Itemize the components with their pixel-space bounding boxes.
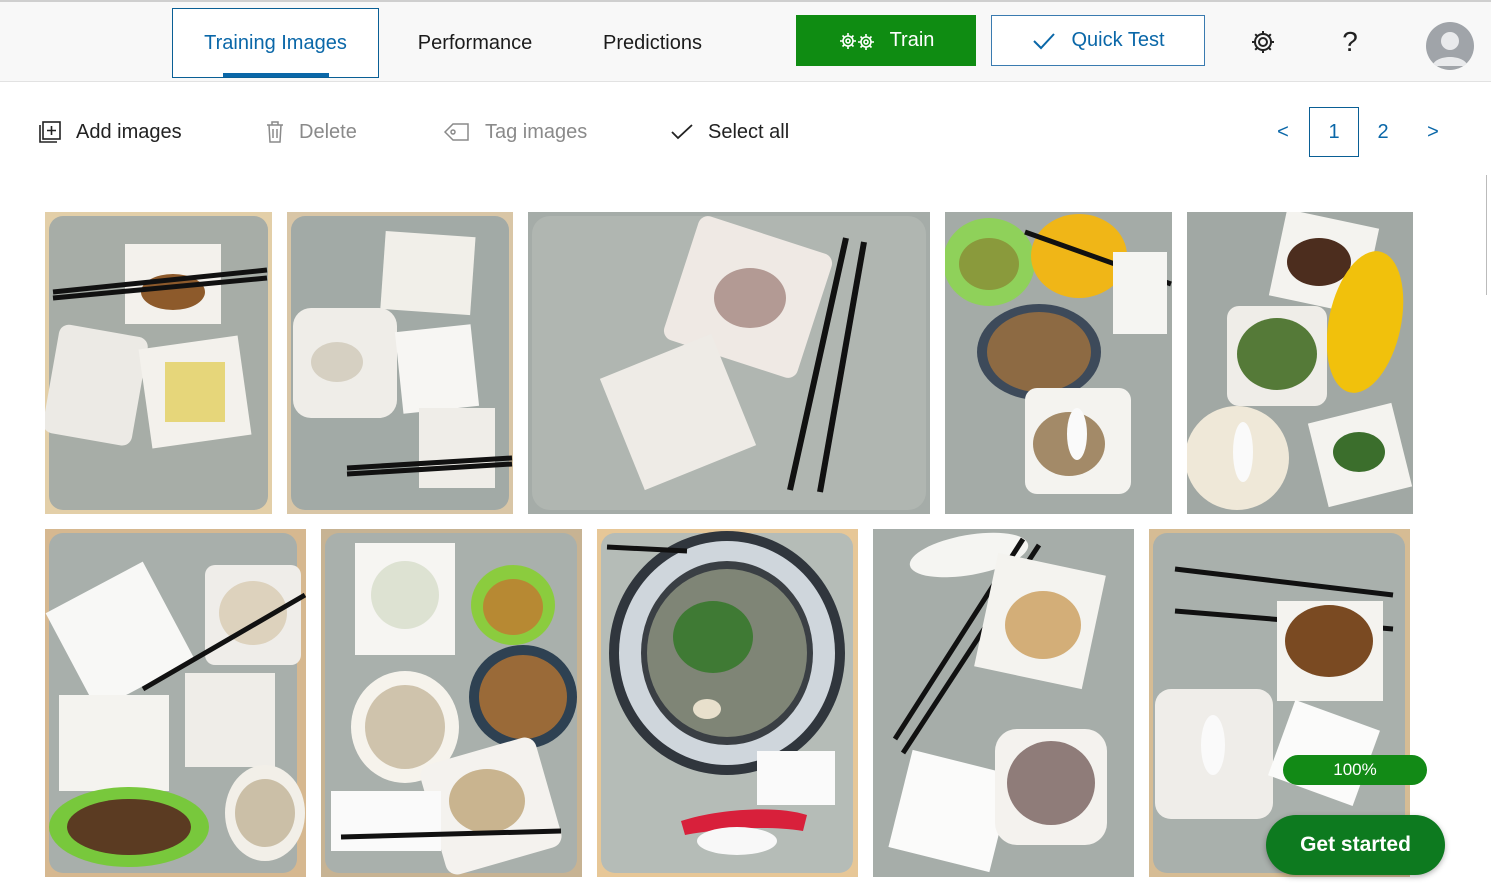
training-image-thumbnail[interactable] [597, 529, 858, 877]
settings-button[interactable] [1245, 22, 1281, 62]
food-tray-image [287, 212, 513, 514]
top-navigation-bar: Training Images Performance Predictions … [0, 0, 1491, 82]
scrollbar[interactable] [1486, 175, 1491, 295]
page-number: 1 [1328, 120, 1340, 143]
food-tray-image [321, 529, 582, 877]
training-image-thumbnail[interactable] [1187, 212, 1413, 514]
add-image-icon [39, 121, 61, 143]
tab-predictions[interactable]: Predictions [585, 8, 720, 78]
get-started-button[interactable]: Get started [1266, 815, 1445, 875]
tab-predictions-label: Predictions [603, 31, 702, 54]
pagination-next[interactable]: > [1418, 107, 1448, 157]
select-all-label: Select all [708, 120, 790, 143]
train-button[interactable]: Train [796, 15, 976, 66]
select-all-button[interactable]: Select all [670, 112, 789, 152]
training-image-thumbnail[interactable] [873, 529, 1134, 877]
gear-icon [1252, 31, 1274, 53]
quick-test-button-label: Quick Test [1071, 29, 1165, 51]
upload-progress-indicator: 100% [1283, 755, 1427, 785]
avatar[interactable] [1426, 22, 1474, 70]
food-tray-image [597, 529, 858, 877]
training-image-thumbnail[interactable] [45, 212, 272, 514]
get-started-label: Get started [1300, 833, 1411, 856]
gears-icon [839, 32, 874, 50]
help-button[interactable]: ? [1332, 22, 1368, 62]
help-icon: ? [1342, 26, 1358, 57]
training-image-thumbnail[interactable] [945, 212, 1172, 514]
chevron-right-icon: > [1427, 120, 1439, 143]
tab-performance[interactable]: Performance [400, 8, 550, 78]
add-images-label: Add images [76, 120, 182, 143]
training-image-thumbnail[interactable] [45, 529, 306, 877]
food-tray-image [528, 212, 930, 514]
food-tray-image [45, 529, 306, 877]
user-icon [1432, 32, 1468, 66]
checkmark-icon [671, 124, 693, 140]
pagination-page-2[interactable]: 2 [1368, 107, 1398, 157]
training-image-thumbnail[interactable] [321, 529, 582, 877]
pagination-prev[interactable]: < [1268, 107, 1298, 157]
chevron-left-icon: < [1277, 120, 1289, 143]
tab-training-images[interactable]: Training Images [172, 8, 379, 78]
active-tab-indicator [223, 73, 329, 77]
progress-label: 100% [1333, 760, 1377, 779]
food-tray-image [873, 529, 1134, 877]
food-tray-image [945, 212, 1172, 514]
pagination-page-1[interactable]: 1 [1309, 107, 1359, 157]
tab-training-images-label: Training Images [204, 31, 347, 54]
training-image-thumbnail[interactable] [528, 212, 930, 514]
food-tray-image [1187, 212, 1413, 514]
training-image-thumbnail[interactable] [287, 212, 513, 514]
checkmark-icon [1032, 32, 1055, 49]
delete-button[interactable]: Delete [265, 112, 357, 152]
page-number: 2 [1377, 120, 1389, 143]
delete-label: Delete [299, 120, 357, 143]
quick-test-button[interactable]: Quick Test [991, 15, 1205, 66]
tab-performance-label: Performance [417, 31, 533, 54]
tag-icon [443, 123, 469, 141]
train-button-label: Train [889, 29, 935, 51]
trash-icon [267, 121, 283, 143]
tag-images-button[interactable]: Tag images [443, 112, 587, 152]
add-images-button[interactable]: Add images [38, 112, 182, 152]
tag-images-label: Tag images [485, 120, 588, 143]
food-tray-image [45, 212, 272, 514]
